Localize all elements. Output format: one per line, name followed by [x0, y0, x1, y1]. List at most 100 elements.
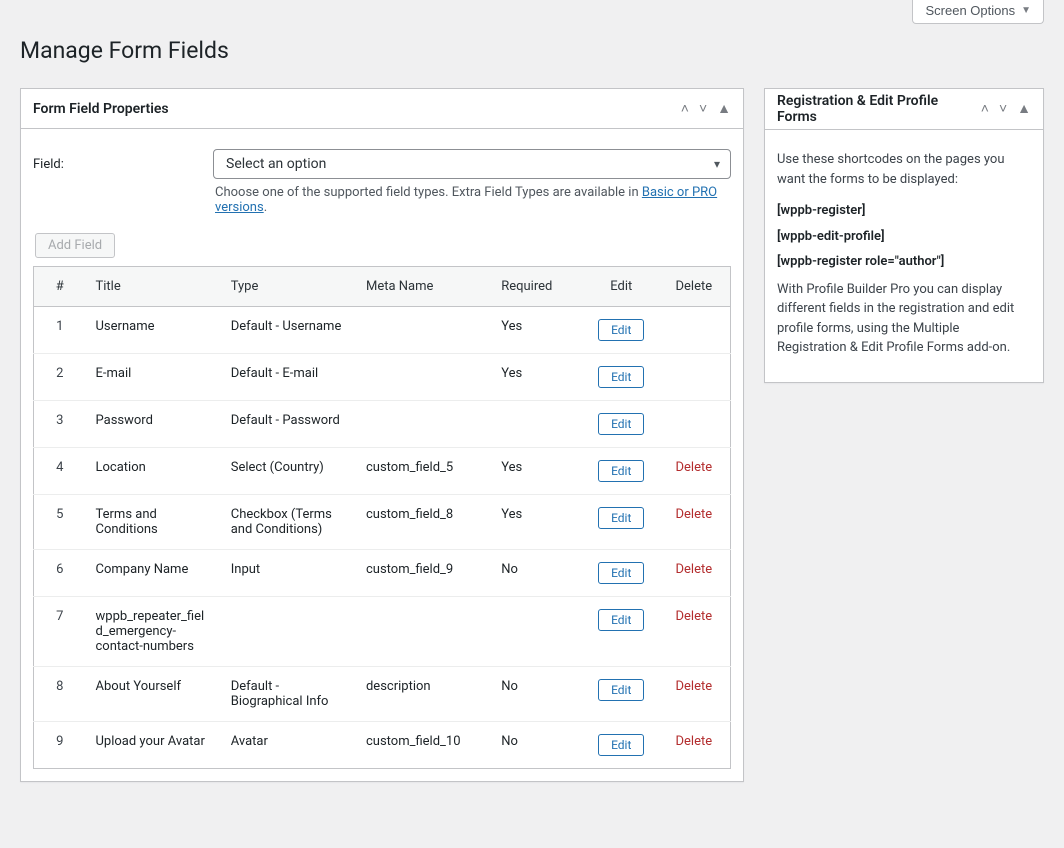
edit-button[interactable]: Edit	[598, 679, 644, 701]
screen-options-container: Screen Options ▼	[912, 0, 1044, 24]
row-type	[221, 597, 356, 667]
row-edit-cell: Edit	[585, 448, 658, 495]
row-edit-cell: Edit	[585, 401, 658, 448]
row-number: 4	[34, 448, 86, 495]
edit-button[interactable]: Edit	[598, 319, 644, 341]
screen-options-toggle[interactable]: Screen Options ▼	[912, 0, 1044, 24]
delete-link[interactable]: Delete	[676, 734, 713, 749]
shortcodes-outro: With Profile Builder Pro you can display…	[777, 280, 1031, 358]
edit-button[interactable]: Edit	[598, 366, 644, 388]
row-required: Yes	[491, 495, 585, 550]
row-meta: custom_field_9	[356, 550, 491, 597]
col-header-edit: Edit	[585, 267, 658, 307]
row-edit-cell: Edit	[585, 495, 658, 550]
panel-title: Form Field Properties	[33, 97, 169, 121]
edit-button[interactable]: Edit	[598, 734, 644, 756]
panel-title: Registration & Edit Profile Forms	[777, 89, 981, 129]
panel-header: Registration & Edit Profile Forms ˄ ˅ ▲	[765, 89, 1043, 130]
table-row: 5Terms and ConditionsCheckbox (Terms and…	[34, 495, 731, 550]
table-row: 1UsernameDefault - UsernameYesEdit	[34, 307, 731, 354]
row-title: About Yourself	[86, 667, 221, 722]
col-header-required: Required	[491, 267, 585, 307]
col-header-num: #	[34, 267, 86, 307]
row-number: 6	[34, 550, 86, 597]
table-row: 9Upload your AvatarAvatarcustom_field_10…	[34, 722, 731, 769]
chevron-up-icon[interactable]: ˄	[681, 102, 689, 116]
row-title: Location	[86, 448, 221, 495]
row-delete-cell	[658, 354, 731, 401]
row-delete-cell: Delete	[658, 667, 731, 722]
delete-link[interactable]: Delete	[676, 562, 713, 577]
screen-options-label: Screen Options	[925, 3, 1015, 18]
chevron-up-icon[interactable]: ˄	[981, 102, 989, 116]
row-required: No	[491, 550, 585, 597]
row-title: Upload your Avatar	[86, 722, 221, 769]
edit-button[interactable]: Edit	[598, 609, 644, 631]
row-meta	[356, 354, 491, 401]
row-type: Default - Username	[221, 307, 356, 354]
row-number: 5	[34, 495, 86, 550]
field-type-select-value: Select an option	[226, 156, 326, 172]
row-required: No	[491, 722, 585, 769]
row-title: Terms and Conditions	[86, 495, 221, 550]
row-required: No	[491, 667, 585, 722]
delete-link[interactable]: Delete	[676, 507, 713, 522]
row-delete-cell: Delete	[658, 495, 731, 550]
row-number: 1	[34, 307, 86, 354]
row-delete-cell	[658, 307, 731, 354]
row-edit-cell: Edit	[585, 722, 658, 769]
row-number: 9	[34, 722, 86, 769]
collapse-toggle-icon[interactable]: ▲	[717, 102, 731, 116]
row-delete-cell: Delete	[658, 722, 731, 769]
shortcode-item: [wppb-edit-profile]	[777, 227, 1031, 247]
row-required: Yes	[491, 354, 585, 401]
row-required	[491, 401, 585, 448]
delete-link[interactable]: Delete	[676, 609, 713, 624]
add-field-button[interactable]: Add Field	[35, 233, 115, 258]
row-type: Input	[221, 550, 356, 597]
field-type-label: Field:	[33, 149, 193, 172]
edit-button[interactable]: Edit	[598, 413, 644, 435]
table-row: 8About YourselfDefault - Biographical In…	[34, 667, 731, 722]
delete-link[interactable]: Delete	[676, 679, 713, 694]
field-type-select[interactable]: Select an option ▾	[213, 149, 731, 179]
edit-button[interactable]: Edit	[598, 562, 644, 584]
row-number: 7	[34, 597, 86, 667]
row-meta	[356, 401, 491, 448]
table-row: 2E-mailDefault - E-mailYesEdit	[34, 354, 731, 401]
table-row: 7wppb_repeater_field_emergency-contact-n…	[34, 597, 731, 667]
collapse-toggle-icon[interactable]: ▲	[1017, 102, 1031, 116]
table-row: 3PasswordDefault - PasswordEdit	[34, 401, 731, 448]
row-required	[491, 597, 585, 667]
row-edit-cell: Edit	[585, 307, 658, 354]
chevron-down-icon[interactable]: ˅	[699, 102, 707, 116]
table-row: 6Company NameInputcustom_field_9NoEditDe…	[34, 550, 731, 597]
shortcode-item: [wppb-register]	[777, 201, 1031, 221]
panel-header: Form Field Properties ˄ ˅ ▲	[21, 89, 743, 129]
form-field-properties-panel: Form Field Properties ˄ ˅ ▲ Field: Selec…	[20, 88, 744, 782]
row-title: E-mail	[86, 354, 221, 401]
row-type: Select (Country)	[221, 448, 356, 495]
row-required: Yes	[491, 307, 585, 354]
row-type: Avatar	[221, 722, 356, 769]
row-title: wppb_repeater_field_emergency-contact-nu…	[86, 597, 221, 667]
row-edit-cell: Edit	[585, 550, 658, 597]
row-delete-cell: Delete	[658, 448, 731, 495]
delete-link[interactable]: Delete	[676, 460, 713, 475]
edit-button[interactable]: Edit	[598, 507, 644, 529]
row-delete-cell: Delete	[658, 597, 731, 667]
row-meta	[356, 307, 491, 354]
shortcode-item: [wppb-register role="author"]	[777, 252, 1031, 272]
row-type: Default - Password	[221, 401, 356, 448]
page-title: Manage Form Fields	[20, 28, 1044, 68]
col-header-delete: Delete	[658, 267, 731, 307]
chevron-down-icon[interactable]: ˅	[999, 102, 1007, 116]
chevron-down-icon: ▾	[706, 157, 720, 171]
edit-button[interactable]: Edit	[598, 460, 644, 482]
row-delete-cell: Delete	[658, 550, 731, 597]
chevron-down-icon: ▼	[1021, 5, 1031, 16]
row-type: Checkbox (Terms and Conditions)	[221, 495, 356, 550]
col-header-title: Title	[86, 267, 221, 307]
row-meta: custom_field_8	[356, 495, 491, 550]
row-number: 2	[34, 354, 86, 401]
